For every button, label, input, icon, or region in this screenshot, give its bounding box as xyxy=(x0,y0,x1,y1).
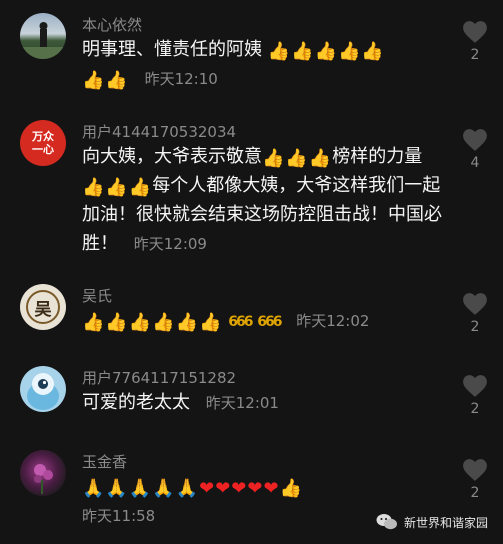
heart-emoji-icon: ❤ xyxy=(263,478,279,499)
heart-icon xyxy=(463,375,487,397)
like-button[interactable]: 4 xyxy=(461,128,489,171)
thumbs-up-icon: 👍 xyxy=(105,312,128,333)
pray-icon: 🙏 xyxy=(105,478,128,499)
like-count: 4 xyxy=(470,155,480,171)
thumbs-up-icon: 👍 xyxy=(308,148,332,169)
user-avatar[interactable]: 吴 xyxy=(20,284,66,330)
like-count: 2 xyxy=(470,319,480,335)
pray-icon: 🙏 xyxy=(175,478,199,499)
heart-emoji-icon: ❤ xyxy=(199,478,215,499)
pray-icon: 🙏 xyxy=(82,478,105,499)
thumbs-up-icon: 👍 xyxy=(199,312,222,333)
watermark-label: 新世界和谐家园 xyxy=(404,515,489,530)
username[interactable]: 吴氏 xyxy=(82,285,112,306)
heart-icon xyxy=(463,459,487,481)
thumbs-up-icon: 👍 xyxy=(82,70,105,91)
timestamp: 昨天11:58 xyxy=(82,507,156,525)
comment-text-part: 向大姨，大爷表示敬意 xyxy=(82,146,262,167)
thumbs-up-icon: 👍 xyxy=(285,148,308,169)
heart-emoji-icon: ❤ xyxy=(247,478,263,499)
comment-text: 👍👍👍👍👍👍 666 666 昨天12:02 xyxy=(82,306,444,337)
thumbs-up-icon: 👍 xyxy=(82,177,105,198)
666-emoji-icon: 666 xyxy=(257,314,282,330)
pray-icon: 🙏 xyxy=(128,478,152,499)
comment-text: 明事理、懂责任的阿姨 👍👍👍👍👍 👍👍 昨天12:10 xyxy=(82,35,444,94)
thumbs-up-icon: 👍 xyxy=(105,177,128,198)
user-avatar[interactable] xyxy=(20,366,66,412)
wechat-icon xyxy=(376,514,397,530)
pray-icon: 🙏 xyxy=(152,478,175,499)
thumbs-up-icon: 👍 xyxy=(105,70,128,91)
thumbs-up-icon: 👍 xyxy=(291,41,314,62)
heart-icon xyxy=(463,129,487,151)
thumbs-up-icon: 👍 xyxy=(82,312,105,333)
comment-text-main: 明事理、懂责任的阿姨 xyxy=(82,39,262,60)
comment-text-part: 力量 xyxy=(386,146,423,167)
timestamp: 昨天12:09 xyxy=(133,235,207,253)
thumbs-up-icon: 👍 xyxy=(267,41,291,62)
user-avatar[interactable] xyxy=(20,13,66,59)
thumbs-up-icon: 👍 xyxy=(279,478,302,499)
like-count: 2 xyxy=(470,485,480,501)
username[interactable]: 玉金香 xyxy=(82,451,127,472)
user-avatar[interactable] xyxy=(20,450,66,496)
666-emoji-icon: 666 xyxy=(228,314,253,330)
avatar-text: 吴 xyxy=(26,290,60,324)
thumbs-up-icon: 👍 xyxy=(152,312,175,333)
username[interactable]: 用户7764117151282 xyxy=(82,367,236,388)
heart-emoji-icon: ❤ xyxy=(231,478,247,499)
like-button[interactable]: 2 xyxy=(461,458,489,501)
cartoon-creature-avatar-icon xyxy=(27,373,59,410)
comment-text: 可爱的老太太 昨天12:01 xyxy=(82,388,444,418)
thumbs-up-icon: 👍 xyxy=(128,177,152,198)
timestamp: 昨天12:10 xyxy=(144,70,218,88)
timestamp: 昨天12:02 xyxy=(296,312,370,330)
thumbs-up-icon: 👍 xyxy=(128,312,152,333)
thumbs-up-icon: 👍 xyxy=(175,312,199,333)
like-button[interactable]: 2 xyxy=(461,20,489,63)
flower-avatar-icon xyxy=(34,464,53,494)
comment-text-main: 可爱的老太太 xyxy=(82,392,190,413)
timestamp: 昨天12:01 xyxy=(205,394,279,412)
comment-text-part: 榜样的 xyxy=(332,146,387,167)
username[interactable]: 用户4144170532034 xyxy=(82,121,236,142)
avatar-text: 万众一心 xyxy=(32,130,54,156)
thumbs-up-icon: 👍 xyxy=(338,41,361,62)
heart-icon xyxy=(463,21,487,43)
heart-emoji-icon: ❤ xyxy=(215,478,231,499)
thumbs-up-icon: 👍 xyxy=(361,41,384,62)
comment-text: 向大姨，大爷表示敬意👍👍👍榜样的力量👍👍👍每个人都像大姨，大爷这样我们一起加油！… xyxy=(82,142,444,259)
like-button[interactable]: 2 xyxy=(461,374,489,417)
heart-icon xyxy=(463,293,487,315)
like-button[interactable]: 2 xyxy=(461,292,489,335)
user-avatar[interactable]: 万众一心 xyxy=(20,120,66,166)
landscape-avatar-icon xyxy=(20,22,66,59)
watermark: 新世界和谐家园 xyxy=(376,510,488,534)
username[interactable]: 本心依然 xyxy=(82,14,142,35)
thumbs-up-icon: 👍 xyxy=(262,148,285,169)
like-count: 2 xyxy=(470,401,480,417)
thumbs-up-icon: 👍 xyxy=(314,41,337,62)
like-count: 2 xyxy=(470,47,480,63)
